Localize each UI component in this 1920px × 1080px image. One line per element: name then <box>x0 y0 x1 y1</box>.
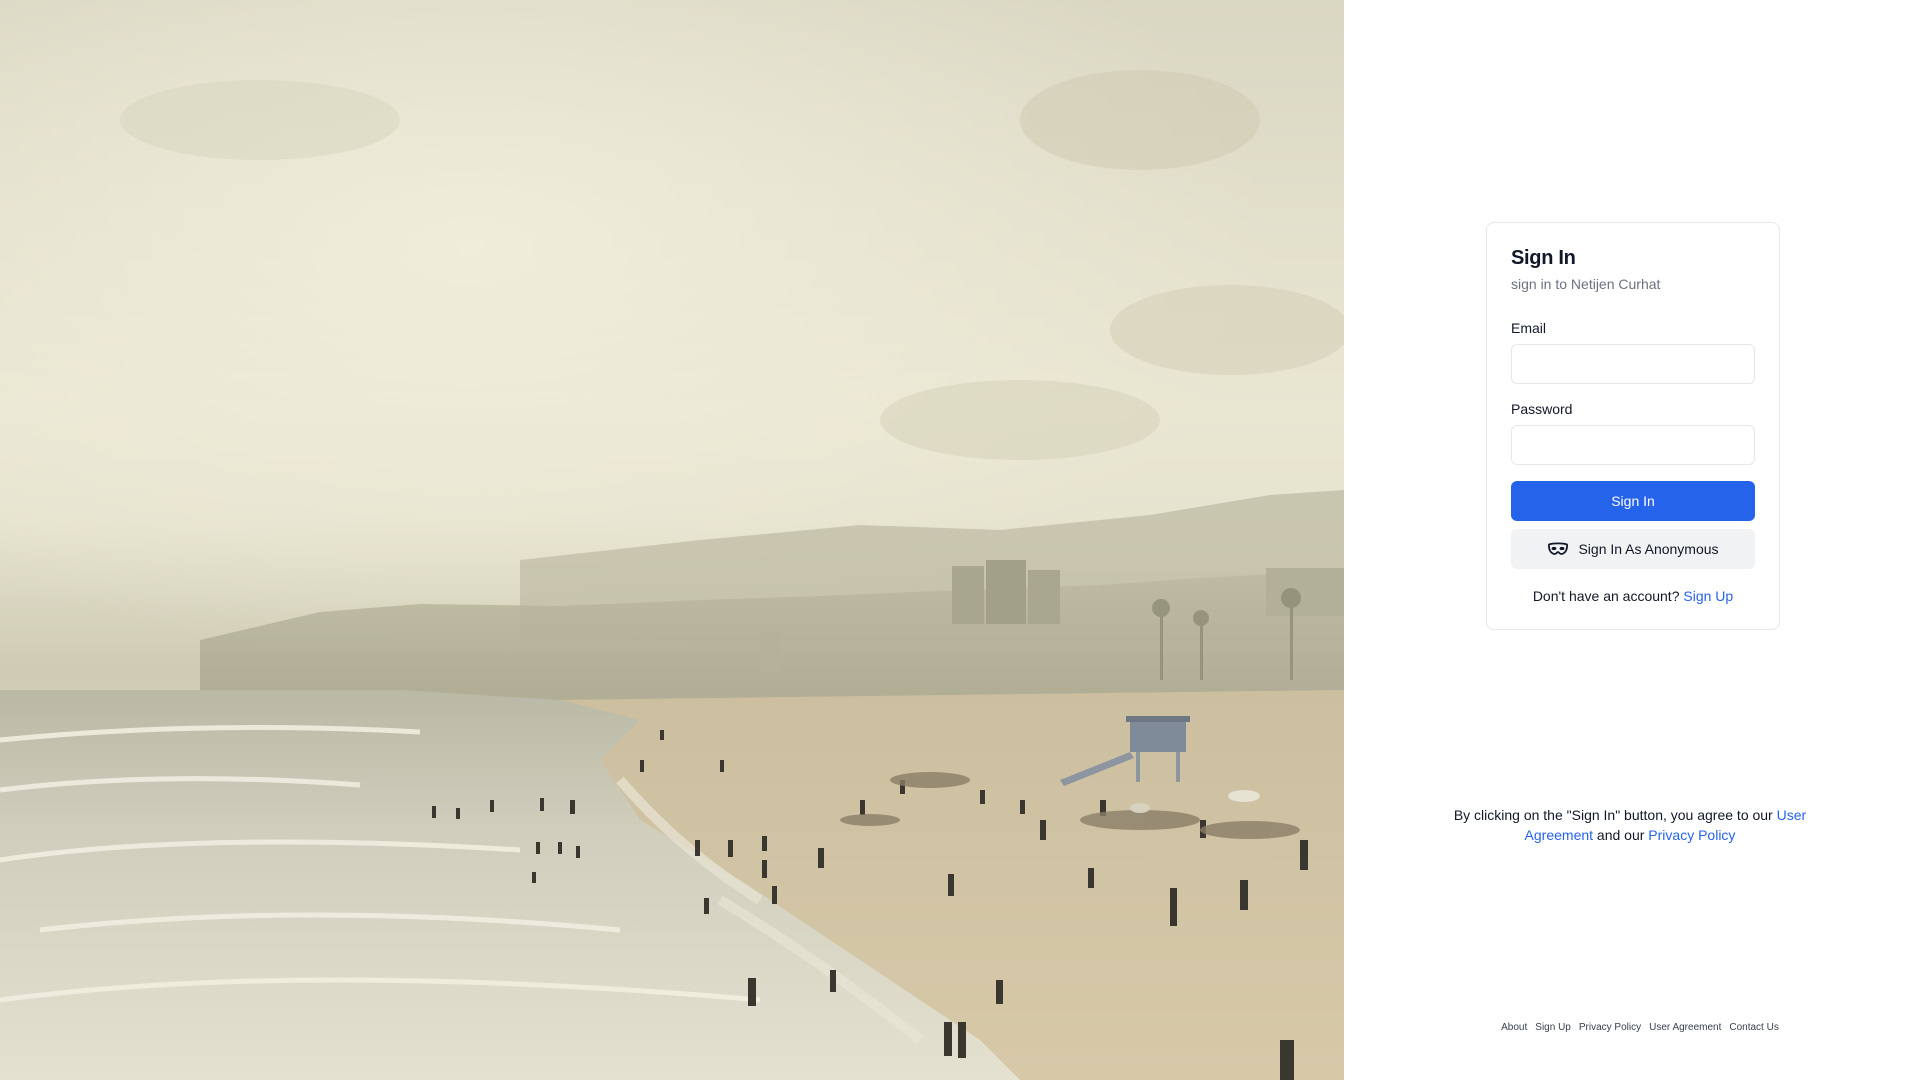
footer-nav: About Sign Up Privacy Policy User Agreem… <box>1480 1022 1800 1033</box>
signin-title: Sign In <box>1511 247 1576 269</box>
beach-scene-illustration <box>0 0 1344 1080</box>
agreement-middle: and our <box>1596 827 1645 843</box>
signin-button[interactable]: Sign In <box>1511 481 1755 521</box>
signup-link[interactable]: Sign Up <box>1683 588 1733 604</box>
password-label: Password <box>1511 401 1573 417</box>
signin-anonymous-button[interactable]: Sign In As Anonymous <box>1511 529 1755 569</box>
footer-link-signup[interactable]: Sign Up <box>1535 1022 1571 1033</box>
hero-beach-image <box>0 0 1344 1080</box>
email-field[interactable] <box>1511 344 1755 384</box>
signup-prompt: Don't have an account? Sign Up <box>1511 587 1755 605</box>
mask-icon <box>1547 542 1569 556</box>
email-label: Email <box>1511 320 1547 336</box>
signin-subtitle: sign in to Netijen Curhat <box>1511 276 1661 292</box>
signin-card: Sign In sign in to Netijen Curhat Email … <box>1486 222 1780 630</box>
privacy-policy-link[interactable]: Privacy Policy <box>1648 827 1735 843</box>
agreement-notice: By clicking on the "Sign In" button, you… <box>1430 805 1830 845</box>
footer-link-contact-us[interactable]: Contact Us <box>1729 1022 1778 1033</box>
no-account-text: Don't have an account? <box>1532 588 1680 604</box>
footer-link-user-agreement[interactable]: User Agreement <box>1649 1022 1721 1033</box>
footer-link-privacy-policy[interactable]: Privacy Policy <box>1579 1022 1641 1033</box>
footer-link-about[interactable]: About <box>1501 1022 1527 1033</box>
agreement-prefix: By clicking on the "Sign In" button, you… <box>1453 807 1773 823</box>
signin-anonymous-label: Sign In As Anonymous <box>1578 541 1719 557</box>
password-field[interactable] <box>1511 425 1755 465</box>
